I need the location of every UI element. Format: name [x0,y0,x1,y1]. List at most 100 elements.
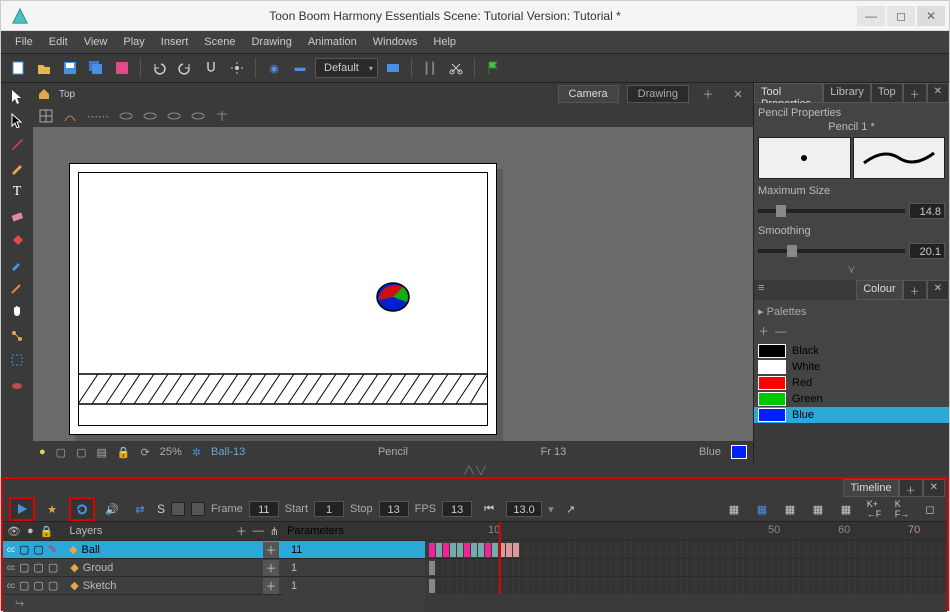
pencil-tool-icon[interactable] [5,157,29,179]
tlbtn4-icon[interactable]: ▦ [807,498,829,520]
view-mode-combo[interactable]: Default [315,58,378,78]
canvas[interactable] [33,127,753,441]
tab-library[interactable]: Library [823,83,871,103]
swatch-row[interactable]: Blue [754,407,949,423]
menu-view[interactable]: View [76,36,116,48]
rate-input[interactable]: 13.0 [506,501,542,517]
stop-input[interactable]: 13 [379,501,409,517]
menu-windows[interactable]: Windows [365,36,426,48]
tlbtn2-icon[interactable]: ▦ [751,498,773,520]
tab-colour[interactable]: Colour [856,280,902,300]
path-icon[interactable] [63,109,77,123]
minimize-button[interactable]: — [857,6,885,26]
eye-col-icon[interactable]: 👁 [7,525,21,538]
shift-icon[interactable]: ↗ [560,498,582,520]
tab-drawing[interactable]: Drawing [627,85,689,103]
scissors-icon[interactable] [445,57,467,79]
track-row[interactable] [425,540,947,558]
import-icon[interactable] [111,57,133,79]
menu-scene[interactable]: Scene [196,36,243,48]
undo-icon[interactable] [148,57,170,79]
transform-tool-icon[interactable] [5,109,29,131]
remove-layer-icon[interactable]: — [253,525,264,537]
tlbtn3-icon[interactable]: ▦ [779,498,801,520]
render-icon[interactable] [382,57,404,79]
swatch-row[interactable]: Green [754,391,949,407]
hand-tool-icon[interactable] [5,301,29,323]
frame-input[interactable]: 11 [249,501,279,517]
sound-icon[interactable]: 🔊 [101,498,123,520]
tlbtn1-icon[interactable]: ▦ [723,498,745,520]
panel-menu-icon[interactable]: ≡ [754,280,856,300]
top-tab[interactable]: Top [59,89,75,100]
tab-top[interactable]: Top [871,83,903,103]
lock-col-icon[interactable]: 🔒 [40,525,54,538]
select-tool-icon[interactable] [5,85,29,107]
tab-tool-properties[interactable]: Tool Properties [754,83,823,103]
kf-prev-icon[interactable]: K+←F [863,498,885,520]
sb2-icon[interactable]: ▢ [76,446,86,459]
layer-row[interactable]: cc▢▢▢ ◆ Groud ＋ [3,558,283,576]
gear-icon[interactable]: ✲ [192,446,201,459]
sb3-icon[interactable]: ▤ [96,446,106,459]
disc1-icon[interactable] [119,109,133,123]
bulb-icon[interactable]: ● [39,446,46,458]
disc4-icon[interactable] [191,109,205,123]
colour-pot-icon[interactable] [5,373,29,395]
disc3-icon[interactable] [167,109,181,123]
eraser-tool-icon[interactable] [5,205,29,227]
close-tl-panel-icon[interactable]: ✕ [923,479,945,497]
splitter-handle[interactable]: ╱╲ ╲╱ [1,463,949,477]
close-button[interactable]: ✕ [917,6,945,26]
swatch-row[interactable]: White [754,359,949,375]
track-row[interactable] [425,576,947,594]
new-icon[interactable] [7,57,29,79]
flag-icon[interactable] [482,57,504,79]
add-layer-icon[interactable]: ＋ [236,523,247,539]
scrub-icon[interactable]: ⇄ [129,498,151,520]
fps-input[interactable]: 13 [442,501,472,517]
menu-help[interactable]: Help [425,36,464,48]
range-end-icon[interactable] [191,502,205,516]
tl-opt-icon[interactable]: ◻ [919,498,941,520]
onion-icon[interactable]: ◉ [263,57,285,79]
layer-expand-icon[interactable]: ＋ [263,560,279,576]
add-colour-panel-icon[interactable]: ＋ [903,280,927,300]
stroke-tool-icon[interactable] [5,277,29,299]
solo-col-icon[interactable]: ● [27,525,34,537]
current-colour-swatch[interactable] [731,445,747,459]
disc2-icon[interactable] [143,109,157,123]
refresh-icon[interactable]: ⟳ [141,446,150,459]
menu-edit[interactable]: Edit [41,36,76,48]
menu-animation[interactable]: Animation [300,36,365,48]
balance-icon[interactable] [215,109,229,123]
layer-expand-icon[interactable]: ＋ [263,542,279,558]
layer-row[interactable]: ↪ [3,594,283,612]
range-start-icon[interactable] [171,502,185,516]
dropper-tool-icon[interactable] [5,253,29,275]
palettes-label[interactable]: Palettes [767,306,807,318]
first-frame-icon[interactable]: ⏮ [478,498,500,520]
save-icon[interactable] [59,57,81,79]
smoothing-slider[interactable] [758,249,905,253]
playhead-line[interactable] [499,540,501,594]
layer-row[interactable]: cc▢▢✎ ◆ Ball ＋ [3,540,283,558]
grid-tool-icon[interactable] [5,349,29,371]
add-panel-icon[interactable]: ＋ [903,83,927,103]
close-colour-panel-icon[interactable]: ✕ [927,280,949,300]
tlbtn5-icon[interactable]: ▦ [835,498,857,520]
swatch-row[interactable]: Black [754,343,949,359]
max-size-slider[interactable] [758,209,905,213]
node-tool-icon[interactable] [5,325,29,347]
track-row[interactable] [425,558,947,576]
max-size-value[interactable]: 14.8 [909,203,945,219]
text-tool-icon[interactable]: T [5,181,29,203]
expand-handle-icon[interactable]: ⋎ [758,263,945,276]
add-swatch-icon[interactable]: ＋ — [758,321,945,341]
layer-row[interactable]: cc▢▢▢ ◆ Sketch ＋ [3,576,283,594]
close-panel-icon[interactable]: ✕ [927,83,949,103]
menu-play[interactable]: Play [115,36,152,48]
tab-timeline[interactable]: Timeline [843,479,898,497]
swatch-row[interactable]: Red [754,375,949,391]
close-view-icon[interactable]: ✕ [727,83,749,105]
